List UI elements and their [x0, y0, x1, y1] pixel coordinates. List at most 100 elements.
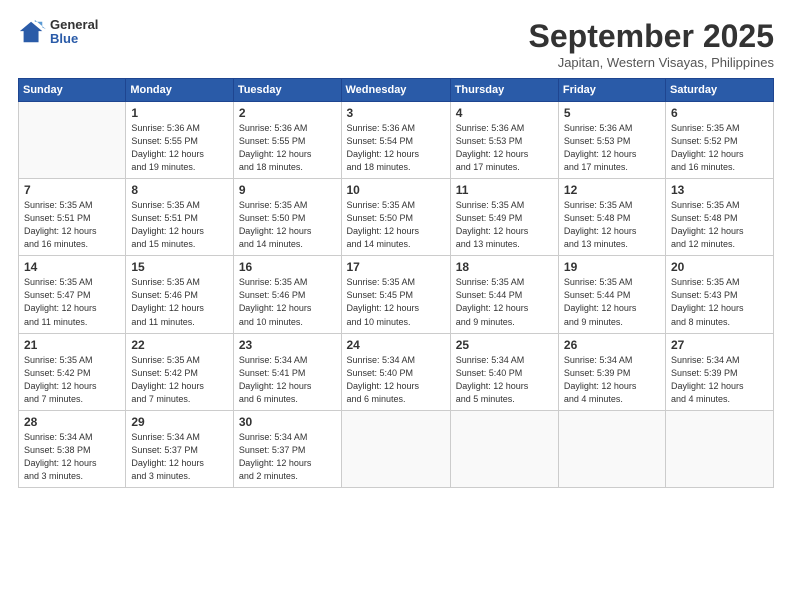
- day-number: 25: [456, 338, 553, 352]
- day-cell: 24 Sunrise: 5:34 AM Sunset: 5:40 PM Dayli…: [341, 333, 450, 410]
- day-number: 20: [671, 260, 768, 274]
- day-cell: 5Sunrise: 5:36 AM Sunset: 5:53 PM Daylig…: [558, 102, 665, 179]
- day-cell: 1Sunrise: 5:36 AM Sunset: 5:55 PM Daylig…: [126, 102, 233, 179]
- header-cell-friday: Friday: [558, 79, 665, 102]
- day-info: Sunrise: 5:35 AM Sunset: 5:45 PM Dayligh…: [347, 276, 445, 328]
- page: General Blue September 2025 Japitan, Wes…: [0, 0, 792, 612]
- day-number: 6: [671, 106, 768, 120]
- day-cell: 9 Sunrise: 5:35 AM Sunset: 5:50 PM Daylig…: [233, 179, 341, 256]
- day-info: Sunrise: 5:34 AM Sunset: 5:39 PM Dayligh…: [564, 354, 660, 406]
- location: Japitan, Western Visayas, Philippines: [529, 55, 774, 70]
- day-cell: 29Sunrise: 5:34 AM Sunset: 5:37 PM Dayli…: [126, 410, 233, 487]
- day-cell: 22 Sunrise: 5:35 AM Sunset: 5:42 PM Dayli…: [126, 333, 233, 410]
- day-cell: 23Sunrise: 5:34 AM Sunset: 5:41 PM Dayli…: [233, 333, 341, 410]
- day-number: 12: [564, 183, 660, 197]
- calendar-body: 1 Sunrise: 5:36 AM Sunset: 5:55 PM Daylig…: [19, 102, 774, 488]
- day-number: 4: [456, 106, 553, 120]
- day-number: 19: [564, 260, 660, 274]
- day-info: Sunrise: 5:34 AM Sunset: 5:40 PM Dayligh…: [347, 354, 445, 406]
- day-cell: 12 Sunrise: 5:35 AM Sunset: 5:48 PM Dayli…: [558, 179, 665, 256]
- header-row: SundayMondayTuesdayWednesdayThursdayFrid…: [19, 79, 774, 102]
- logo-text: General Blue: [50, 18, 98, 47]
- day-number: 18: [456, 260, 553, 274]
- header-cell-thursday: Thursday: [450, 79, 558, 102]
- day-info: Sunrise: 5:35 AM Sunset: 5:51 PM Dayligh…: [24, 199, 120, 251]
- day-number: 5: [564, 106, 660, 120]
- header: General Blue September 2025 Japitan, Wes…: [18, 18, 774, 70]
- header-cell-saturday: Saturday: [665, 79, 773, 102]
- day-info: Sunrise: 5:35 AM Sunset: 5:52 PM Dayligh…: [671, 122, 768, 174]
- day-info: Sunrise: 5:35 AM Sunset: 5:43 PM Dayligh…: [671, 276, 768, 328]
- day-cell: 6 Sunrise: 5:35 AM Sunset: 5:52 PM Daylig…: [665, 102, 773, 179]
- calendar-table: SundayMondayTuesdayWednesdayThursdayFrid…: [18, 78, 774, 488]
- day-number: 9: [239, 183, 336, 197]
- day-cell: [19, 102, 126, 179]
- day-info: Sunrise: 5:35 AM Sunset: 5:50 PM Dayligh…: [239, 199, 336, 251]
- day-info: Sunrise: 5:35 AM Sunset: 5:42 PM Dayligh…: [131, 354, 227, 406]
- day-info: Sunrise: 5:34 AM Sunset: 5:39 PM Dayligh…: [671, 354, 768, 406]
- logo-icon: [18, 18, 46, 46]
- day-number: 24: [347, 338, 445, 352]
- day-number: 27: [671, 338, 768, 352]
- day-cell: 21Sunrise: 5:35 AM Sunset: 5:42 PM Dayli…: [19, 333, 126, 410]
- day-cell: 18 Sunrise: 5:35 AM Sunset: 5:44 PM Dayli…: [450, 256, 558, 333]
- day-info: Sunrise: 5:35 AM Sunset: 5:44 PM Dayligh…: [456, 276, 553, 328]
- week-row-4: 21Sunrise: 5:35 AM Sunset: 5:42 PM Dayli…: [19, 333, 774, 410]
- day-cell: [558, 410, 665, 487]
- day-cell: [341, 410, 450, 487]
- week-row-2: 7 Sunrise: 5:35 AM Sunset: 5:51 PM Daylig…: [19, 179, 774, 256]
- day-cell: 17 Sunrise: 5:35 AM Sunset: 5:45 PM Dayli…: [341, 256, 450, 333]
- day-cell: 27 Sunrise: 5:34 AM Sunset: 5:39 PM Dayli…: [665, 333, 773, 410]
- day-info: Sunrise: 5:34 AM Sunset: 5:38 PM Dayligh…: [24, 431, 120, 483]
- day-number: 13: [671, 183, 768, 197]
- day-info: Sunrise: 5:35 AM Sunset: 5:48 PM Dayligh…: [671, 199, 768, 251]
- day-cell: 8Sunrise: 5:35 AM Sunset: 5:51 PM Daylig…: [126, 179, 233, 256]
- day-info: Sunrise: 5:35 AM Sunset: 5:50 PM Dayligh…: [347, 199, 445, 251]
- day-number: 15: [131, 260, 227, 274]
- day-number: 1: [131, 106, 227, 120]
- day-info: Sunrise: 5:35 AM Sunset: 5:46 PM Dayligh…: [239, 276, 336, 328]
- day-info: Sunrise: 5:35 AM Sunset: 5:48 PM Dayligh…: [564, 199, 660, 251]
- header-cell-monday: Monday: [126, 79, 233, 102]
- day-cell: 25 Sunrise: 5:34 AM Sunset: 5:40 PM Dayli…: [450, 333, 558, 410]
- day-number: 26: [564, 338, 660, 352]
- day-info: Sunrise: 5:35 AM Sunset: 5:42 PM Dayligh…: [24, 354, 120, 406]
- day-cell: 11Sunrise: 5:35 AM Sunset: 5:49 PM Dayli…: [450, 179, 558, 256]
- month-title: September 2025: [529, 18, 774, 55]
- day-number: 23: [239, 338, 336, 352]
- day-cell: 3 Sunrise: 5:36 AM Sunset: 5:54 PM Daylig…: [341, 102, 450, 179]
- header-cell-wednesday: Wednesday: [341, 79, 450, 102]
- day-cell: 19Sunrise: 5:35 AM Sunset: 5:44 PM Dayli…: [558, 256, 665, 333]
- calendar-header: SundayMondayTuesdayWednesdayThursdayFrid…: [19, 79, 774, 102]
- day-number: 7: [24, 183, 120, 197]
- title-block: September 2025 Japitan, Western Visayas,…: [529, 18, 774, 70]
- header-cell-sunday: Sunday: [19, 79, 126, 102]
- day-info: Sunrise: 5:34 AM Sunset: 5:37 PM Dayligh…: [239, 431, 336, 483]
- day-info: Sunrise: 5:36 AM Sunset: 5:53 PM Dayligh…: [456, 122, 553, 174]
- day-number: 17: [347, 260, 445, 274]
- day-number: 30: [239, 415, 336, 429]
- day-cell: 30 Sunrise: 5:34 AM Sunset: 5:37 PM Dayli…: [233, 410, 341, 487]
- day-number: 10: [347, 183, 445, 197]
- day-info: Sunrise: 5:35 AM Sunset: 5:47 PM Dayligh…: [24, 276, 120, 328]
- day-cell: [665, 410, 773, 487]
- day-info: Sunrise: 5:36 AM Sunset: 5:54 PM Dayligh…: [347, 122, 445, 174]
- day-info: Sunrise: 5:35 AM Sunset: 5:46 PM Dayligh…: [131, 276, 227, 328]
- day-info: Sunrise: 5:35 AM Sunset: 5:51 PM Dayligh…: [131, 199, 227, 251]
- day-number: 16: [239, 260, 336, 274]
- day-info: Sunrise: 5:36 AM Sunset: 5:55 PM Dayligh…: [239, 122, 336, 174]
- logo-general: General: [50, 18, 98, 32]
- day-number: 28: [24, 415, 120, 429]
- header-cell-tuesday: Tuesday: [233, 79, 341, 102]
- day-cell: 13 Sunrise: 5:35 AM Sunset: 5:48 PM Dayli…: [665, 179, 773, 256]
- logo: General Blue: [18, 18, 98, 47]
- day-cell: 26 Sunrise: 5:34 AM Sunset: 5:39 PM Dayli…: [558, 333, 665, 410]
- week-row-1: 1 Sunrise: 5:36 AM Sunset: 5:55 PM Daylig…: [19, 102, 774, 179]
- day-info: Sunrise: 5:34 AM Sunset: 5:40 PM Dayligh…: [456, 354, 553, 406]
- day-number: 3: [347, 106, 445, 120]
- week-row-5: 28 Sunrise: 5:34 AM Sunset: 5:38 PM Dayli…: [19, 410, 774, 487]
- day-info: Sunrise: 5:34 AM Sunset: 5:37 PM Dayligh…: [131, 431, 227, 483]
- day-cell: [450, 410, 558, 487]
- day-number: 22: [131, 338, 227, 352]
- day-number: 14: [24, 260, 120, 274]
